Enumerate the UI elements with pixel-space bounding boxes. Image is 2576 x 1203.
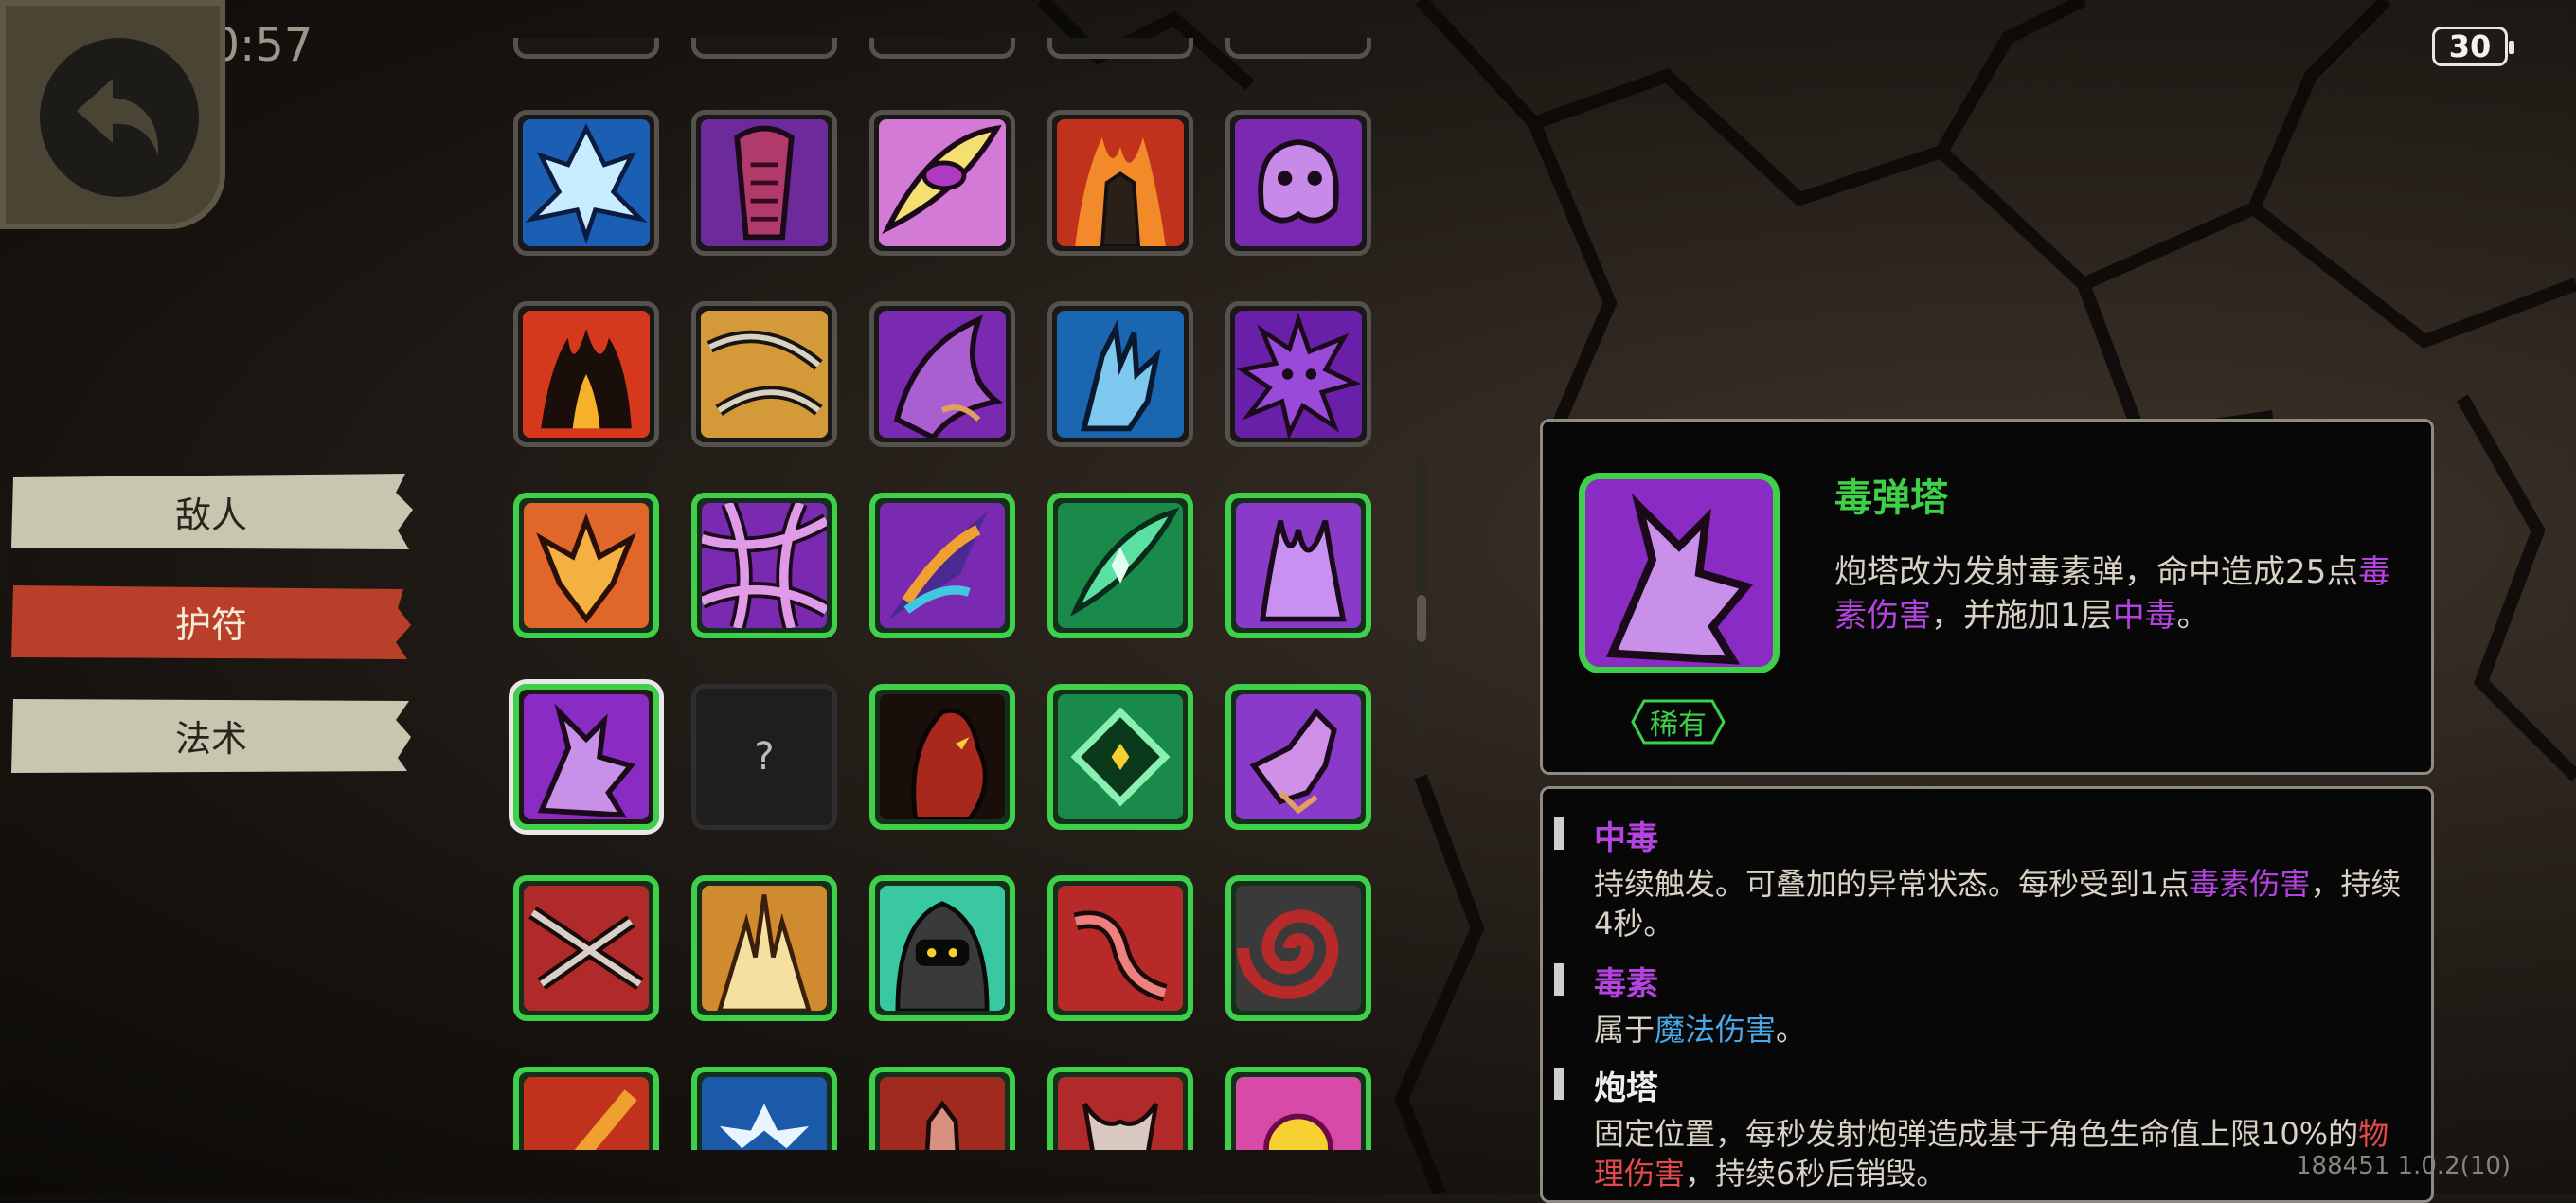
- tab-spells-label: 法术: [174, 717, 247, 760]
- tab-enemies[interactable]: 敌人: [8, 472, 415, 551]
- amulet-cell[interactable]: [1047, 875, 1193, 1021]
- glossary-entry-turret: 炮塔 固定位置，每秒发射炮弹造成基于角色生命值上限10%的物理伤害，持续6秒后销…: [1554, 1062, 2408, 1194]
- rarity-label: 稀有: [1650, 709, 1707, 742]
- amulet-cell[interactable]: [1047, 110, 1193, 256]
- purple-hand-icon: [1236, 694, 1361, 819]
- amulet-cell[interactable]: [691, 110, 837, 256]
- amulet-grid: ?: [502, 38, 1392, 1150]
- glossary-body: 属于魔法伤害。: [1594, 1012, 1807, 1048]
- amulet-cell[interactable]: [513, 110, 659, 256]
- amulet-cell[interactable]: [869, 684, 1015, 830]
- amulet-cell[interactable]: [691, 875, 837, 1021]
- green-diamond-icon: [1058, 694, 1183, 819]
- rarity-badge: 稀有: [1631, 698, 1726, 745]
- red-serpent-icon: [1058, 886, 1183, 1011]
- golden-explosion-icon: [702, 886, 827, 1011]
- amulet-cell[interactable]: [869, 875, 1015, 1021]
- glossary-title: 炮塔: [1594, 1069, 1658, 1107]
- glossary-title: 毒素: [1594, 965, 1658, 1003]
- tab-enemies-label: 敌人: [174, 494, 247, 536]
- amulet-cell[interactable]: [869, 1067, 1015, 1150]
- back-arrow-icon: [40, 38, 199, 197]
- tab-amulets-label: 护符: [174, 603, 247, 646]
- amulet-cell[interactable]: [513, 38, 659, 59]
- purple-lightning-icon: [1236, 503, 1361, 628]
- amulet-cell[interactable]: [1225, 1067, 1371, 1150]
- amulet-cell-selected[interactable]: [513, 684, 659, 830]
- detail-amulet-image: [1579, 473, 1780, 673]
- blue-orange-serpent-icon: [880, 503, 1005, 628]
- amulet-cell[interactable]: [513, 1067, 659, 1150]
- battery-indicator: 30: [2432, 27, 2514, 66]
- detail-description: 炮塔改为发射毒素弹，命中造成25点毒素伤害，并施加1层中毒。: [1834, 553, 2391, 635]
- green-shard-icon: [1058, 503, 1183, 628]
- fire-blade-icon: [524, 1077, 649, 1150]
- orange-phoenix-icon: [524, 503, 649, 628]
- amulet-cell[interactable]: [691, 493, 837, 638]
- amulet-cell[interactable]: [869, 38, 1015, 59]
- fire-hand-icon: [1057, 119, 1184, 246]
- amulet-cell[interactable]: [869, 110, 1015, 256]
- ice-burst-icon: [702, 1077, 827, 1150]
- glossary-entry-toxin: 毒素 属于魔法伤害。: [1554, 958, 2408, 1050]
- detail-title: 毒弹塔: [1834, 476, 1948, 520]
- amulet-cell[interactable]: [1225, 684, 1371, 830]
- pink-web-icon: [702, 503, 827, 628]
- red-hand-icon: [880, 1077, 1005, 1150]
- amulet-cell[interactable]: [513, 493, 659, 638]
- purple-spiky-ball-icon: [1235, 311, 1362, 438]
- amulet-cell[interactable]: [1225, 493, 1371, 638]
- amulet-detail-panel: 毒弹塔 炮塔改为发射毒素弹，命中造成25点毒素伤害，并施加1层中毒。 稀有: [1540, 419, 2434, 775]
- crossed-spears-icon: [524, 886, 649, 1011]
- gold-chain-icon: [701, 311, 828, 438]
- amulet-cell[interactable]: [1225, 301, 1371, 447]
- amulet-cell[interactable]: [1225, 38, 1371, 59]
- unknown-label: ?: [754, 735, 775, 779]
- tab-spells[interactable]: 法术: [8, 695, 415, 775]
- amulet-cell[interactable]: [513, 875, 659, 1021]
- amulet-cell[interactable]: [1047, 38, 1193, 59]
- amulet-cell[interactable]: [691, 1067, 837, 1150]
- pink-eye-icon: [879, 119, 1006, 246]
- pink-sun-icon: [1236, 1077, 1361, 1150]
- red-beast-icon: [880, 694, 1005, 819]
- horned-demon-icon: [1058, 1077, 1183, 1150]
- amulet-cell[interactable]: [1047, 493, 1193, 638]
- glossary-title: 中毒: [1594, 819, 1658, 857]
- amulet-cell[interactable]: [1047, 301, 1193, 447]
- grid-scroll-thumb[interactable]: [1417, 595, 1426, 642]
- amulet-cell[interactable]: [1225, 875, 1371, 1021]
- purple-worm-icon: [701, 119, 828, 246]
- glossary-body: 固定位置，每秒发射炮弹造成基于角色生命值上限10%的物理伤害，持续6秒后销毁。: [1594, 1116, 2389, 1192]
- amulet-cell[interactable]: [1047, 1067, 1193, 1150]
- amulet-cell[interactable]: [513, 301, 659, 447]
- amulet-cell[interactable]: [869, 493, 1015, 638]
- amulet-cell-locked[interactable]: ?: [691, 684, 837, 830]
- amulet-cell[interactable]: [1047, 684, 1193, 830]
- glossary-marker: [1554, 963, 1564, 996]
- tab-amulets[interactable]: 护符: [8, 582, 415, 661]
- back-button[interactable]: [0, 0, 225, 229]
- blue-frost-hand-icon: [1057, 311, 1184, 438]
- amulet-cell[interactable]: [691, 301, 837, 447]
- glossary-panel: 中毒 持续触发。可叠加的异常状态。每秒受到1点毒素伤害，持续4秒。 毒素 属于魔…: [1540, 786, 2434, 1203]
- glossary-marker: [1554, 817, 1564, 850]
- poison-tower-icon: [524, 694, 649, 819]
- amulet-cell[interactable]: [691, 38, 837, 59]
- red-spiral-icon: [1236, 886, 1361, 1011]
- purple-claw-icon: [879, 311, 1006, 438]
- blue-dragon-icon: [523, 119, 650, 246]
- glossary-entry-poison: 中毒 持续触发。可叠加的异常状态。每秒受到1点毒素伤害，持续4秒。: [1554, 812, 2408, 943]
- version-label: 188451 1.0.2(10): [2296, 1152, 2512, 1180]
- amulet-cell[interactable]: [1225, 110, 1371, 256]
- orange-flame-icon: [523, 311, 650, 438]
- hooded-figure-icon: [880, 886, 1005, 1011]
- glossary-body: 持续触发。可叠加的异常状态。每秒受到1点毒素伤害，持续4秒。: [1594, 866, 2402, 942]
- glossary-marker: [1554, 1068, 1564, 1100]
- poison-tower-icon: [1585, 479, 1773, 667]
- amulet-cell[interactable]: [869, 301, 1015, 447]
- purple-ghost-icon: [1235, 119, 1362, 246]
